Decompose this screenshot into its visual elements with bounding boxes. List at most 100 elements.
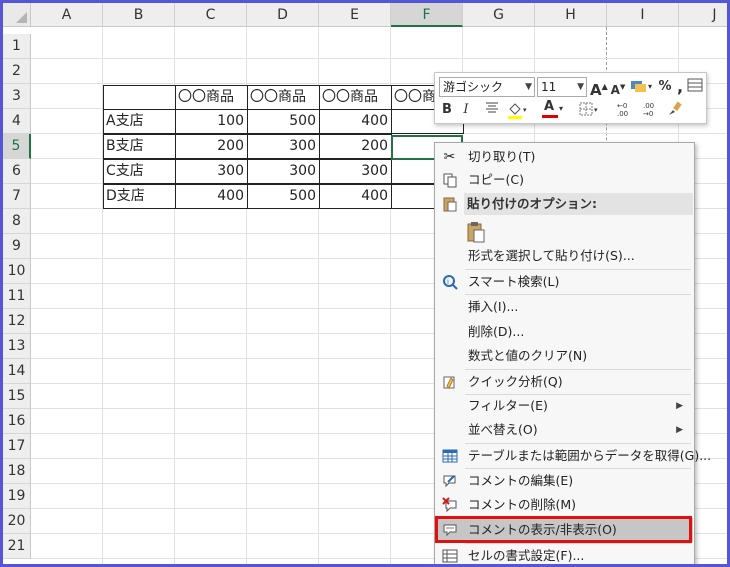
- gridline: [31, 58, 727, 59]
- row-header-3[interactable]: 3: [3, 84, 31, 109]
- cell-c3[interactable]: 〇〇商品: [175, 85, 248, 110]
- align-center-icon: [486, 102, 498, 113]
- cell-d7[interactable]: 500: [247, 184, 320, 209]
- menu-item-delete-comment[interactable]: コメントの削除(M): [436, 493, 693, 517]
- row-header-1[interactable]: 1: [3, 34, 31, 59]
- menu-item-clear-contents[interactable]: 数式と値のクリア(N): [436, 344, 693, 368]
- menu-item-smart-lookup[interactable]: i スマート検索(L): [436, 270, 693, 294]
- row-header-14[interactable]: 14: [3, 359, 31, 384]
- column-header-h[interactable]: H: [535, 3, 607, 27]
- row-header-10[interactable]: 10: [3, 259, 31, 284]
- menu-item-paste-special[interactable]: 形式を選択して貼り付け(S)...: [436, 244, 693, 268]
- cell-c6[interactable]: 300: [175, 159, 248, 184]
- row-header-20[interactable]: 20: [3, 509, 31, 534]
- increase-decimal-button[interactable]: ←0.00: [615, 100, 637, 120]
- row-header-21[interactable]: 21: [3, 534, 31, 559]
- submenu-arrow-icon: ▶: [676, 401, 683, 411]
- menu-item-delete[interactable]: 削除(D)...: [436, 320, 693, 344]
- menu-item-get-data[interactable]: テーブルまたは範囲からデータを取得(G)...: [436, 444, 711, 468]
- menu-item-cut[interactable]: ✂ 切り取り(T): [436, 145, 693, 169]
- bold-button[interactable]: B: [439, 100, 455, 120]
- row-header-8[interactable]: 8: [3, 209, 31, 234]
- menu-item-format-cells[interactable]: セルの書式設定(F)...: [436, 544, 693, 564]
- font-color-button[interactable]: A ▾: [541, 99, 565, 120]
- quick-analysis-icon: [441, 374, 458, 390]
- cell-c5[interactable]: 200: [175, 134, 248, 159]
- column-header-g[interactable]: G: [463, 3, 535, 27]
- cell-e7[interactable]: 400: [319, 184, 392, 209]
- cell-d4[interactable]: 500: [247, 109, 320, 134]
- row-header-12[interactable]: 12: [3, 309, 31, 334]
- shrink-font-icon: A: [610, 83, 620, 97]
- row-header-17[interactable]: 17: [3, 434, 31, 459]
- menu-item-label: セルの書式設定(F)...: [468, 548, 585, 563]
- comma-style-button[interactable]: ,: [675, 77, 685, 97]
- font-color-icon: A: [544, 99, 555, 114]
- grow-font-button[interactable]: A▲: [590, 77, 608, 99]
- cell-b5[interactable]: B支店: [103, 134, 176, 159]
- column-header-c[interactable]: C: [175, 3, 247, 27]
- cell-e6[interactable]: 300: [319, 159, 392, 184]
- row-header-5[interactable]: 5: [3, 134, 31, 159]
- row-header-4[interactable]: 4: [3, 109, 31, 134]
- column-header-e[interactable]: E: [319, 3, 391, 27]
- row-header-15[interactable]: 15: [3, 384, 31, 409]
- select-all-button[interactable]: [3, 3, 31, 27]
- svg-text:.00: .00: [617, 110, 628, 118]
- decrease-decimal-button[interactable]: .00 →0: [641, 100, 663, 120]
- table-style-icon: [687, 78, 703, 92]
- cell-b7[interactable]: D支店: [103, 184, 176, 209]
- row-header-19[interactable]: 19: [3, 484, 31, 509]
- copy-icon: [441, 172, 458, 188]
- borders-button[interactable]: ▾: [577, 100, 601, 120]
- font-color-swatch: [542, 115, 558, 118]
- menu-item-sort[interactable]: 並べ替え(O) ▶: [436, 418, 693, 442]
- column-header-j[interactable]: J: [679, 3, 727, 27]
- font-size-box[interactable]: 11 ▼: [537, 77, 587, 97]
- row-header-6[interactable]: 6: [3, 159, 31, 184]
- menu-item-filter[interactable]: フィルター(E) ▶: [436, 394, 693, 418]
- align-center-button[interactable]: [483, 100, 501, 120]
- column-header-d[interactable]: D: [247, 3, 319, 27]
- cell-c4[interactable]: 100: [175, 109, 248, 134]
- shrink-font-button[interactable]: A▼: [610, 77, 626, 97]
- row-header-18[interactable]: 18: [3, 459, 31, 484]
- menu-item-quick-analysis[interactable]: クイック分析(Q): [436, 370, 693, 394]
- cell-c7[interactable]: 400: [175, 184, 248, 209]
- column-header-i[interactable]: I: [607, 3, 679, 27]
- row-header-2[interactable]: 2: [3, 59, 31, 84]
- cell-b3[interactable]: [103, 85, 176, 110]
- cell-e3[interactable]: 〇〇商品: [319, 85, 392, 110]
- menu-item-edit-comment[interactable]: コメントの編集(E): [436, 469, 693, 493]
- cell-e5[interactable]: 200: [319, 134, 392, 159]
- column-header-a[interactable]: A: [31, 3, 103, 27]
- row-header-7[interactable]: 7: [3, 184, 31, 209]
- row-header-13[interactable]: 13: [3, 334, 31, 359]
- cell-e4[interactable]: 400: [319, 109, 392, 134]
- format-painter-button[interactable]: [665, 100, 685, 120]
- column-header-b[interactable]: B: [103, 3, 175, 27]
- row-header-9[interactable]: 9: [3, 234, 31, 259]
- cell-b6[interactable]: C支店: [103, 159, 176, 184]
- column-header-f[interactable]: F: [391, 3, 463, 27]
- number-format-button[interactable]: ▾: [628, 77, 654, 97]
- row-header-11[interactable]: 11: [3, 284, 31, 309]
- menu-item-insert[interactable]: 挿入(I)...: [436, 295, 693, 319]
- cell-d6[interactable]: 300: [247, 159, 320, 184]
- paste-button[interactable]: [436, 217, 693, 245]
- font-name-box[interactable]: 游ゴシック ▼: [439, 77, 535, 97]
- italic-button[interactable]: I: [459, 100, 473, 120]
- row-header-16[interactable]: 16: [3, 409, 31, 434]
- cell-d3[interactable]: 〇〇商品: [247, 85, 320, 110]
- cell-b4[interactable]: A支店: [103, 109, 176, 134]
- percent-style-button[interactable]: %: [657, 77, 673, 97]
- paint-bucket-icon: ▾: [508, 103, 527, 119]
- cell-d5[interactable]: 300: [247, 134, 320, 159]
- delete-comment-icon: [441, 497, 458, 513]
- table-style-button[interactable]: [685, 77, 705, 97]
- menu-item-label: 挿入(I)...: [468, 299, 519, 314]
- menu-item-copy[interactable]: コピー(C): [436, 168, 693, 192]
- font-size-value: 11: [541, 80, 557, 94]
- fill-color-button[interactable]: ▾: [505, 100, 529, 120]
- decrease-decimal-icon: .00→0: [643, 102, 654, 118]
